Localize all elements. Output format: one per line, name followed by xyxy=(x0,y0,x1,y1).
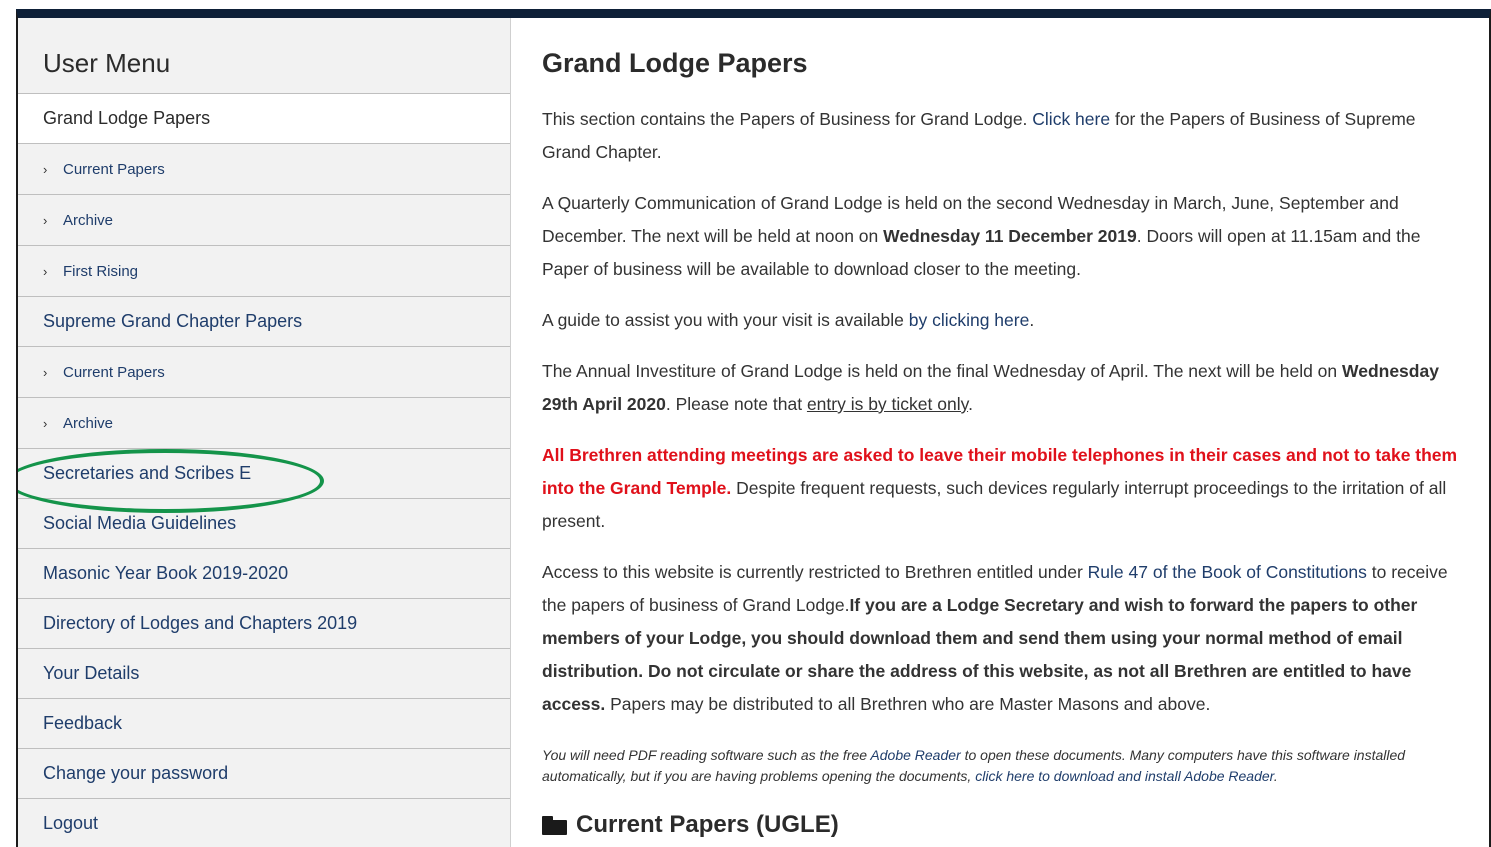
user-menu-sidebar: User Menu Grand Lodge Papers › Current Pap… xyxy=(18,18,511,847)
investiture-text-end: . xyxy=(968,394,973,414)
sidebar-item-label: First Rising xyxy=(63,263,139,280)
chevron-right-icon: › xyxy=(43,162,48,177)
sidebar-item-grand-lodge-papers[interactable]: Grand Lodge Papers xyxy=(18,94,510,144)
download-adobe-reader-link[interactable]: click here to download and install Adobe… xyxy=(975,768,1274,784)
sidebar-item-supreme-grand-chapter-papers[interactable]: Supreme Grand Chapter Papers xyxy=(18,297,510,347)
sidebar-item-label: Grand Lodge Papers xyxy=(43,108,211,128)
sidebar-item-archive[interactable]: › Archive xyxy=(18,398,510,449)
pdf-software-note: You will need PDF reading software such … xyxy=(542,745,1467,787)
user-menu-title: User Menu xyxy=(18,18,510,94)
intro-paragraph: This section contains the Papers of Busi… xyxy=(542,103,1467,169)
investiture-text: The Annual Investiture of Grand Lodge is… xyxy=(542,361,1343,381)
rule-47-link[interactable]: Rule 47 of the Book of Constitutions xyxy=(1088,562,1367,582)
supreme-grand-chapter-link[interactable]: Click here xyxy=(1032,109,1110,129)
adobe-reader-link[interactable]: Adobe Reader xyxy=(870,747,960,763)
visit-guide-link[interactable]: by clicking here xyxy=(909,310,1030,330)
page-title: Grand Lodge Papers xyxy=(542,48,808,78)
access-text-end: Papers may be distributed to all Brethre… xyxy=(605,694,1211,714)
sidebar-item-change-your-password[interactable]: Change your password xyxy=(18,749,510,799)
page-frame: User Menu Grand Lodge Papers › Current Pap… xyxy=(16,9,1491,847)
investiture-paragraph: The Annual Investiture of Grand Lodge is… xyxy=(542,355,1467,421)
sidebar-item-label: Change your password xyxy=(43,763,229,783)
visit-guide-text-end: . xyxy=(1029,310,1035,330)
access-text: Access to this website is currently rest… xyxy=(542,562,1088,582)
sidebar-item-your-details[interactable]: Your Details xyxy=(18,649,510,699)
sidebar-item-label: Supreme Grand Chapter Papers xyxy=(43,311,303,331)
main-content: Grand Lodge Papers This section contains… xyxy=(542,18,1467,847)
sidebar-item-label: Your Details xyxy=(43,663,140,683)
sidebar-item-label: Masonic Year Book 2019-2020 xyxy=(43,563,289,583)
chevron-right-icon: › xyxy=(43,264,48,279)
visit-guide-paragraph: A guide to assist you with your visit is… xyxy=(542,304,1467,337)
sidebar-item-current-papers[interactable]: › Current Papers xyxy=(18,347,510,398)
next-meeting-date: Wednesday 11 December 2019 xyxy=(883,226,1137,246)
sidebar-item-social-media-guidelines[interactable]: Social Media Guidelines xyxy=(18,499,510,549)
ticket-only-link[interactable]: entry is by ticket only xyxy=(807,394,968,414)
chevron-right-icon: › xyxy=(43,416,48,431)
chevron-right-icon: › xyxy=(43,365,48,380)
investiture-text-mid: . Please note that xyxy=(665,394,807,414)
sidebar-item-logout[interactable]: Logout xyxy=(18,799,510,847)
sidebar-item-label: Feedback xyxy=(43,713,123,733)
sidebar-item-label: Secretaries and Scribes E xyxy=(43,463,252,483)
sidebar-item-label: Logout xyxy=(43,813,99,833)
note-text-end: . xyxy=(1273,768,1278,784)
sidebar-item-archive[interactable]: › Archive xyxy=(18,195,510,246)
sidebar-item-directory-of-lodges-and-chapters-2019[interactable]: Directory of Lodges and Chapters 2019 xyxy=(18,599,510,649)
intro-text: This section contains the Papers of Busi… xyxy=(542,109,1033,129)
access-restriction-paragraph: Access to this website is currently rest… xyxy=(542,556,1467,721)
sidebar-item-masonic-year-book-2019-2020[interactable]: Masonic Year Book 2019-2020 xyxy=(18,549,510,599)
sidebar-item-first-rising[interactable]: › First Rising xyxy=(18,246,510,297)
note-text: You will need PDF reading software such … xyxy=(542,747,871,763)
sidebar-item-feedback[interactable]: Feedback xyxy=(18,699,510,749)
sidebar-item-label: Current Papers xyxy=(63,161,165,178)
sidebar-item-secretaries-and-scribes-e[interactable]: Secretaries and Scribes E xyxy=(18,449,510,499)
chevron-right-icon: › xyxy=(43,213,48,228)
folder-icon xyxy=(542,815,567,835)
sidebar-item-label: Directory of Lodges and Chapters 2019 xyxy=(43,613,358,633)
visit-guide-text: A guide to assist you with your visit is… xyxy=(542,310,909,330)
sidebar-item-current-papers[interactable]: › Current Papers xyxy=(18,144,510,195)
current-papers-heading: Current Papers (UGLE) xyxy=(542,811,1467,839)
current-papers-heading-label: Current Papers (UGLE) xyxy=(576,811,839,838)
sidebar-item-label: Social Media Guidelines xyxy=(43,513,237,533)
sidebar-item-label: Archive xyxy=(63,212,114,229)
quarterly-communication-paragraph: A Quarterly Communication of Grand Lodge… xyxy=(542,187,1467,286)
user-menu-list: Grand Lodge Papers › Current Papers › Archiv… xyxy=(18,94,510,847)
mobile-phone-warning-paragraph: All Brethren attending meetings are aske… xyxy=(542,439,1467,538)
sidebar-item-label: Current Papers xyxy=(63,364,165,381)
sidebar-item-label: Archive xyxy=(63,415,114,432)
